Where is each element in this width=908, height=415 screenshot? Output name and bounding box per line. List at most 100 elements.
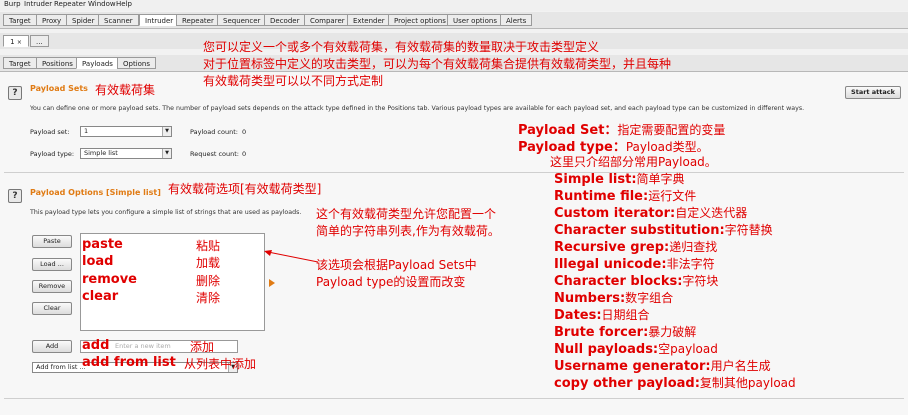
payload-set-label: Payload set: (30, 128, 70, 136)
attack-tab-1[interactable]: 1 × (3, 35, 29, 47)
annotation-simple-list-2: 简单的字符串列表,作为有效载荷。 (316, 224, 500, 238)
annotation-type-numbers: Numbers:数字组合 (554, 289, 673, 306)
annotation-add-from-list-en: add from list (82, 355, 176, 370)
chevron-down-icon: ▼ (162, 127, 171, 136)
annotation-type-recursive-grep: Recursive grep:递归查找 (554, 238, 717, 255)
annotation-load-en: load (82, 254, 114, 269)
tab-positions[interactable]: Positions (36, 57, 79, 69)
payload-count-value: 0 (242, 128, 247, 136)
annotation-type-username-generator: Username generator:用户名生成 (554, 357, 771, 374)
annotation-value: 用户名生成 (710, 359, 771, 373)
annotation-key: Dates: (554, 308, 602, 323)
annotation-key: Numbers: (554, 291, 626, 306)
add-button[interactable]: Add (32, 340, 72, 353)
section-divider (4, 172, 904, 173)
help-icon[interactable]: ? (8, 189, 22, 203)
annotation-arrow (264, 250, 319, 263)
payload-type-label: Payload type: (30, 150, 75, 158)
request-count-value: 0 (242, 150, 247, 158)
annotation-key: Simple list: (554, 172, 637, 187)
tab-sequencer[interactable]: Sequencer (217, 14, 267, 26)
clear-button[interactable]: Clear (32, 302, 72, 315)
annotation-top-line-2: 对于位置标签中定义的攻击类型，可以为每个有效载荷集合提供有效载荷类型，并且每种 (203, 57, 672, 71)
payload-set-select[interactable]: 1 ▼ (80, 126, 172, 137)
annotation-key: Custom iterator: (554, 206, 676, 221)
annotation-type-copy-other-payload: copy other payload:复制其他payload (554, 374, 796, 391)
menu-window[interactable]: Window (88, 0, 116, 8)
expand-arrow-icon[interactable] (269, 279, 275, 287)
tab-project-options[interactable]: Project options (388, 14, 452, 26)
payload-set-value: 1 (84, 127, 89, 135)
annotation-payload-sets: 有效载荷集 (95, 83, 156, 97)
attack-tab-number: 1 (10, 38, 15, 46)
annotation-value: 数字组合 (625, 291, 674, 305)
request-count-label: Request count: (190, 150, 239, 158)
annotation-note: 这里只介绍部分常用Payload。 (550, 155, 717, 169)
annotation-value: 字符块 (682, 274, 719, 288)
annotation-key: Recursive grep: (554, 240, 670, 255)
payload-type-select[interactable]: Simple list ▼ (80, 148, 172, 159)
close-icon[interactable]: × (17, 39, 22, 46)
paste-button[interactable]: Paste (32, 235, 72, 248)
tab-alerts[interactable]: Alerts (500, 14, 533, 26)
tab-target[interactable]: Target (3, 14, 37, 26)
load-button[interactable]: Load ... (32, 258, 72, 271)
tab-target-sub[interactable]: Target (3, 57, 37, 69)
annotation-type-illegal-unicode: Illegal unicode:非法字符 (554, 255, 715, 272)
annotation-type-custom-iterator: Custom iterator:自定义迭代器 (554, 204, 747, 221)
help-icon[interactable]: ? (8, 86, 22, 100)
annotation-type-character-substitution: Character substitution:字符替换 (554, 221, 773, 238)
tab-user-options[interactable]: User options (447, 14, 503, 26)
annotation-payload-options: 有效载荷选项[有效载荷类型] (168, 182, 322, 196)
menu-intruder[interactable]: Intruder (24, 0, 52, 8)
payload-sets-title: Payload Sets (30, 84, 88, 93)
tab-spider[interactable]: Spider (66, 14, 101, 26)
annotation-clear-cn: 清除 (196, 291, 221, 305)
menu-help[interactable]: Help (116, 0, 132, 8)
annotation-key: copy other payload: (554, 376, 700, 391)
tab-options[interactable]: Options (117, 57, 157, 69)
annotation-key: Character substitution: (554, 223, 725, 238)
payload-options-title: Payload Options [Simple list] (30, 188, 161, 197)
menu-repeater[interactable]: Repeater (54, 0, 86, 8)
annotation-type-brute-forcer: Brute forcer:暴力破解 (554, 323, 696, 340)
annotation-list-note-2: Payload type的设置而改变 (316, 275, 466, 289)
section-divider (4, 398, 904, 399)
annotation-load-cn: 加载 (196, 256, 221, 270)
annotation-value: 简单字典 (636, 172, 685, 186)
annotation-top-line-3: 有效载荷类型可以以不同方式定制 (203, 74, 384, 88)
annotation-add-from-list-cn: 从列表中添加 (184, 357, 257, 371)
annotation-clear-en: clear (82, 289, 119, 304)
menu-bar: Burp Intruder Repeater Window Help (0, 0, 908, 11)
annotation-value: 自定义迭代器 (675, 206, 748, 220)
annotation-add-en: add (82, 338, 110, 353)
tab-repeater[interactable]: Repeater (176, 14, 220, 26)
annotation-value: 递归查找 (669, 240, 718, 254)
payload-options-description: This payload type lets you configure a s… (30, 209, 302, 216)
menu-burp[interactable]: Burp (4, 0, 21, 8)
annotation-remove-en: remove (82, 272, 137, 287)
annotation-value: 字符替换 (724, 223, 773, 237)
annotation-key: Runtime file: (554, 189, 649, 204)
annotation-type-simple-list: Simple list:简单字典 (554, 170, 685, 187)
annotation-value: 复制其他payload (699, 376, 796, 390)
attack-tab-more[interactable]: ... (30, 35, 49, 47)
start-attack-button[interactable]: Start attack (845, 86, 901, 99)
tab-payloads[interactable]: Payloads (76, 57, 119, 69)
payload-count-label: Payload count: (190, 128, 238, 136)
add-from-list-value: Add from list ... (36, 363, 86, 371)
annotation-value: 暴力破解 (648, 325, 697, 339)
tab-comparer[interactable]: Comparer (304, 14, 351, 26)
tab-decoder[interactable]: Decoder (264, 14, 306, 26)
remove-button[interactable]: Remove (32, 280, 72, 293)
annotation-value: Payload类型。 (625, 140, 709, 154)
annotation-value: 非法字符 (666, 257, 715, 271)
tab-intruder[interactable]: Intruder (139, 14, 180, 26)
tab-extender[interactable]: Extender (347, 14, 391, 26)
annotation-value: 日期组合 (601, 308, 650, 322)
tab-proxy[interactable]: Proxy (36, 14, 68, 26)
tab-scanner[interactable]: Scanner (98, 14, 139, 26)
annotation-value: 空payload (658, 342, 718, 356)
annotation-key: Illegal unicode: (554, 257, 667, 272)
annotation-type-runtime-file: Runtime file:运行文件 (554, 187, 696, 204)
